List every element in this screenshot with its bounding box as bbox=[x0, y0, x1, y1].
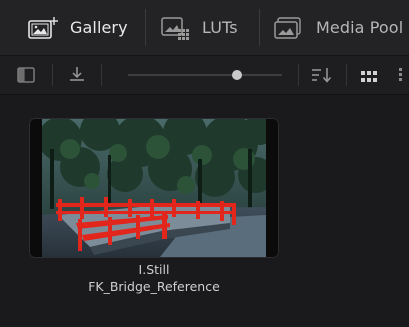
tab-divider bbox=[145, 9, 146, 46]
gallery-tab-bar: Gallery LUTs Media Pool bbox=[0, 0, 409, 56]
media-pool-icon bbox=[273, 15, 303, 41]
sidebar-toggle-icon[interactable] bbox=[17, 67, 35, 87]
tab-gallery-label: Gallery bbox=[70, 18, 128, 37]
tab-luts[interactable]: LUTs bbox=[160, 0, 238, 55]
gallery-toolbar bbox=[0, 56, 409, 95]
still-thumbnail[interactable] bbox=[30, 119, 278, 257]
zoom-slider-handle[interactable] bbox=[232, 70, 242, 80]
sort-icon[interactable] bbox=[310, 66, 332, 88]
toolbar-divider bbox=[346, 64, 347, 86]
list-view-icon[interactable] bbox=[399, 67, 409, 86]
tab-media-pool[interactable]: Media Pool bbox=[273, 0, 403, 55]
toolbar-divider bbox=[101, 64, 102, 86]
import-icon[interactable] bbox=[67, 64, 87, 88]
toolbar-divider bbox=[52, 64, 53, 86]
gallery-icon bbox=[26, 13, 60, 43]
bridge-photo bbox=[30, 119, 278, 257]
tab-luts-label: LUTs bbox=[202, 18, 238, 37]
grid-view-icon[interactable] bbox=[361, 68, 377, 87]
tab-gallery[interactable]: Gallery bbox=[26, 0, 128, 55]
tab-media-pool-label: Media Pool bbox=[316, 18, 404, 37]
toolbar-divider bbox=[298, 64, 299, 86]
stills-grid: I.Still FK_Bridge_Reference bbox=[0, 95, 409, 327]
tab-divider bbox=[259, 9, 260, 46]
still-index-label: I.Still bbox=[138, 262, 170, 277]
still-name-label: FK_Bridge_Reference bbox=[88, 279, 220, 294]
zoom-slider-track bbox=[128, 74, 282, 76]
luts-icon bbox=[160, 15, 190, 41]
zoom-slider[interactable] bbox=[128, 70, 282, 80]
